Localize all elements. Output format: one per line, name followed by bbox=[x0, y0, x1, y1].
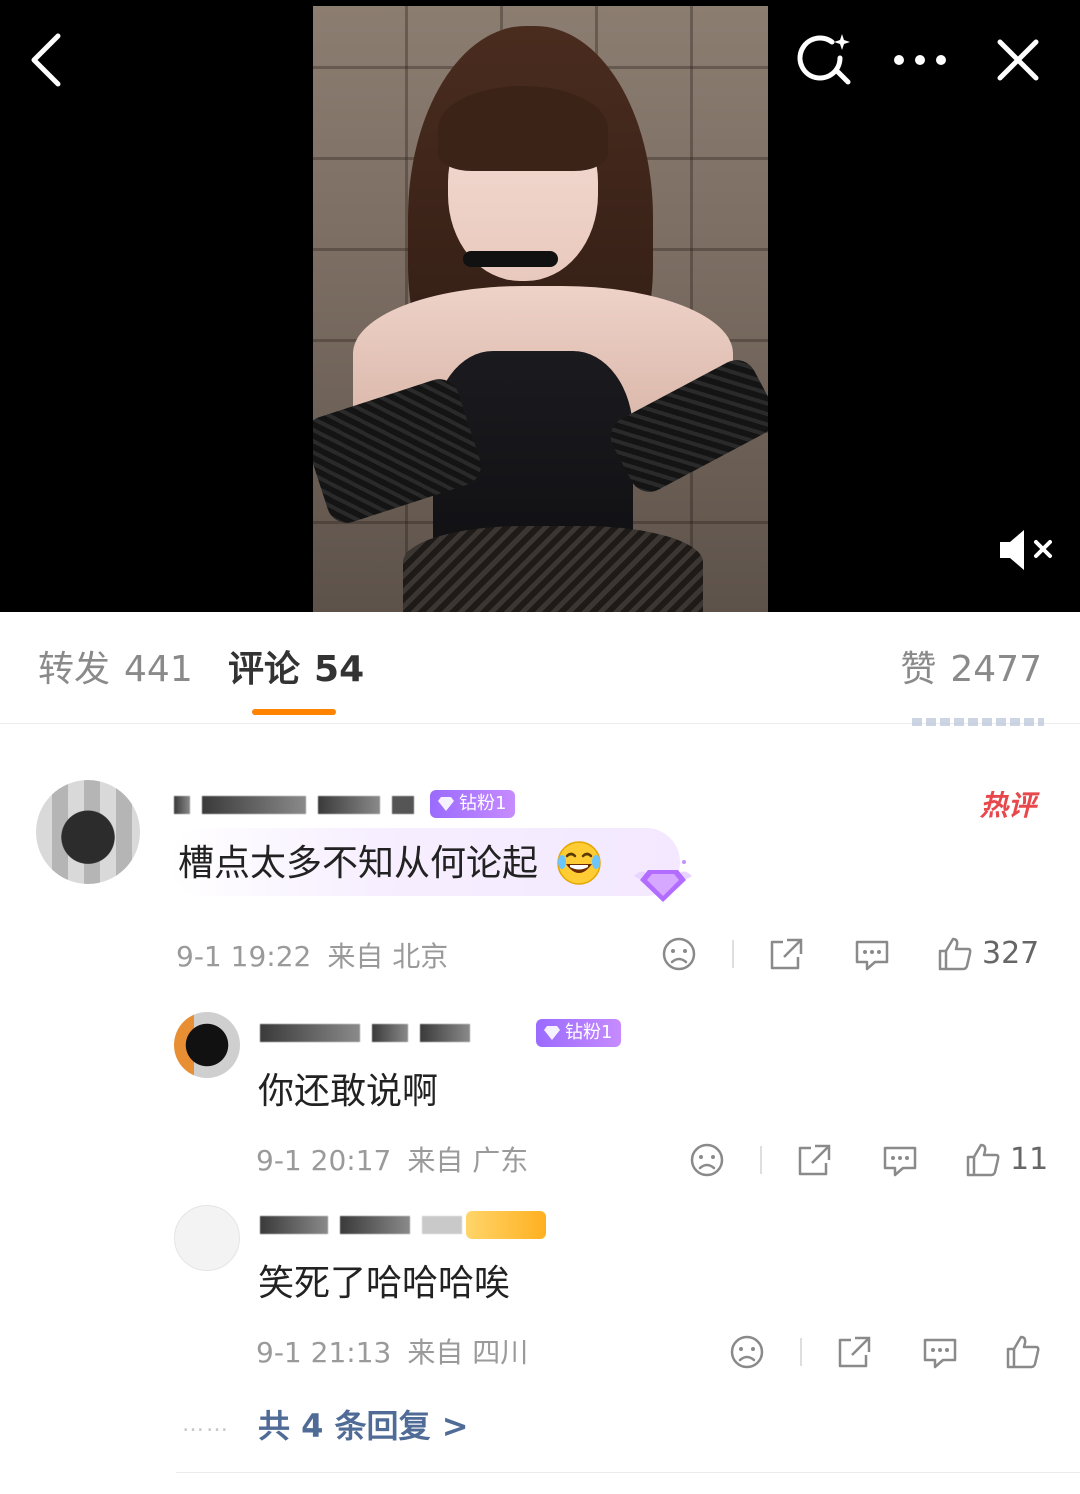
username-blurred[interactable] bbox=[174, 794, 414, 816]
fan-badge[interactable]: 钻粉1 bbox=[536, 1019, 622, 1047]
sad-face-icon bbox=[690, 1143, 724, 1177]
share-icon bbox=[770, 938, 803, 970]
video-player[interactable] bbox=[0, 0, 1080, 612]
dislike-button[interactable] bbox=[728, 1334, 766, 1370]
comment-text: 槽点太多不知从何论起 bbox=[178, 843, 539, 884]
username-blurred[interactable] bbox=[260, 1214, 462, 1236]
video-frame[interactable] bbox=[313, 6, 768, 612]
more-replies: …… 共 4 条回复 > bbox=[182, 1401, 469, 1447]
search-button[interactable] bbox=[796, 30, 856, 90]
share-button[interactable] bbox=[794, 1142, 834, 1178]
close-button[interactable] bbox=[988, 30, 1048, 90]
like-count: 327 bbox=[982, 936, 1040, 971]
tab-repost-count: 441 bbox=[124, 649, 193, 690]
reply-time: 9-1 20:17 bbox=[256, 1144, 392, 1177]
reply-text: 你还敢说啊 bbox=[258, 1071, 439, 1112]
thumbs-up-icon bbox=[966, 1143, 1000, 1177]
reply-text: 笑死了哈哈哈唉 bbox=[258, 1263, 511, 1304]
like-count: 11 bbox=[1010, 1142, 1049, 1177]
speaker-muted-icon bbox=[1000, 530, 1052, 570]
chevron-left-icon bbox=[31, 33, 61, 87]
comment-bubble-icon bbox=[883, 1146, 917, 1177]
comment-meta: 9-1 19:22 来自 北京 bbox=[176, 940, 448, 974]
reply-actions bbox=[728, 1334, 1050, 1370]
reply-button[interactable] bbox=[852, 936, 892, 972]
fan-badge-label: 钻粉1 bbox=[459, 793, 507, 814]
divider bbox=[176, 1472, 1080, 1473]
divider bbox=[800, 1338, 802, 1366]
share-icon bbox=[798, 1144, 831, 1176]
dislike-button[interactable] bbox=[688, 1142, 726, 1178]
tab-repost-label: 转发 bbox=[38, 649, 111, 690]
mute-button[interactable] bbox=[996, 526, 1058, 574]
hot-comment-tag: 热评 bbox=[980, 789, 1037, 822]
avatar[interactable] bbox=[36, 780, 140, 884]
reply-button[interactable] bbox=[920, 1334, 960, 1370]
reply-actions: 11 bbox=[688, 1142, 1048, 1178]
view-all-replies-link[interactable]: 共 4 条回复 > bbox=[258, 1401, 469, 1447]
close-icon bbox=[997, 39, 1039, 81]
avatar[interactable] bbox=[174, 1205, 240, 1271]
like-button[interactable]: 11 bbox=[964, 1142, 1048, 1178]
comment-actions: 327 bbox=[660, 936, 1039, 972]
tab-bar: 转发 441 评论 54 赞 2477 bbox=[0, 612, 1080, 724]
diamond-icon bbox=[438, 797, 454, 811]
thumbs-up-icon bbox=[938, 937, 972, 971]
thumbs-up-icon bbox=[1006, 1335, 1040, 1369]
tab-repost[interactable]: 转发 441 bbox=[38, 648, 193, 692]
tab-likes-count: 2477 bbox=[950, 649, 1042, 690]
comment-bubble-icon bbox=[923, 1338, 957, 1369]
more-replies-dots: …… bbox=[182, 1411, 230, 1437]
video-content-skirt bbox=[403, 526, 703, 612]
like-button[interactable] bbox=[1004, 1334, 1050, 1370]
more-dots-icon bbox=[894, 55, 946, 65]
reply-time: 9-1 21:13 bbox=[256, 1336, 392, 1369]
avatar[interactable] bbox=[174, 1012, 240, 1078]
tab-comments-label: 评论 bbox=[228, 649, 301, 690]
reply-button[interactable] bbox=[880, 1142, 920, 1178]
reply-meta: 9-1 21:13 来自 四川 bbox=[256, 1336, 528, 1370]
active-tab-indicator bbox=[252, 709, 336, 715]
tab-likes-label: 赞 bbox=[900, 649, 937, 690]
fan-badge-label: 钻粉1 bbox=[565, 1022, 613, 1043]
sad-face-icon bbox=[662, 937, 696, 971]
comment-time: 9-1 19:22 bbox=[176, 940, 312, 973]
reply-location: 来自 广东 bbox=[407, 1144, 529, 1177]
share-icon bbox=[838, 1336, 871, 1368]
tab-comments[interactable]: 评论 54 bbox=[228, 648, 364, 692]
scroll-peek bbox=[912, 718, 1044, 726]
more-button[interactable] bbox=[890, 30, 950, 90]
search-sparkle-icon bbox=[797, 34, 851, 85]
back-button[interactable] bbox=[16, 30, 76, 90]
comment-location: 来自 北京 bbox=[327, 940, 449, 973]
dislike-button[interactable] bbox=[660, 936, 698, 972]
diamond-wings-icon bbox=[634, 860, 692, 902]
fan-badge[interactable] bbox=[466, 1211, 546, 1239]
share-button[interactable] bbox=[766, 936, 806, 972]
comment-bubble-icon bbox=[855, 940, 889, 971]
fan-badge[interactable]: 钻粉1 bbox=[430, 790, 516, 818]
tab-likes[interactable]: 赞 2477 bbox=[900, 648, 1042, 692]
laughing-tears-emoji-icon bbox=[557, 841, 601, 885]
video-content-bangs bbox=[438, 86, 608, 171]
like-button[interactable]: 327 bbox=[936, 936, 1039, 972]
share-button[interactable] bbox=[834, 1334, 874, 1370]
divider bbox=[760, 1146, 762, 1174]
username-blurred[interactable] bbox=[260, 1022, 470, 1044]
diamond-icon bbox=[544, 1026, 560, 1040]
tab-comments-count: 54 bbox=[314, 649, 365, 690]
sad-face-icon bbox=[730, 1335, 764, 1369]
divider bbox=[732, 940, 734, 968]
reply-meta: 9-1 20:17 来自 广东 bbox=[256, 1144, 528, 1178]
video-content-choker bbox=[463, 251, 558, 267]
reply-location: 来自 四川 bbox=[407, 1336, 529, 1369]
